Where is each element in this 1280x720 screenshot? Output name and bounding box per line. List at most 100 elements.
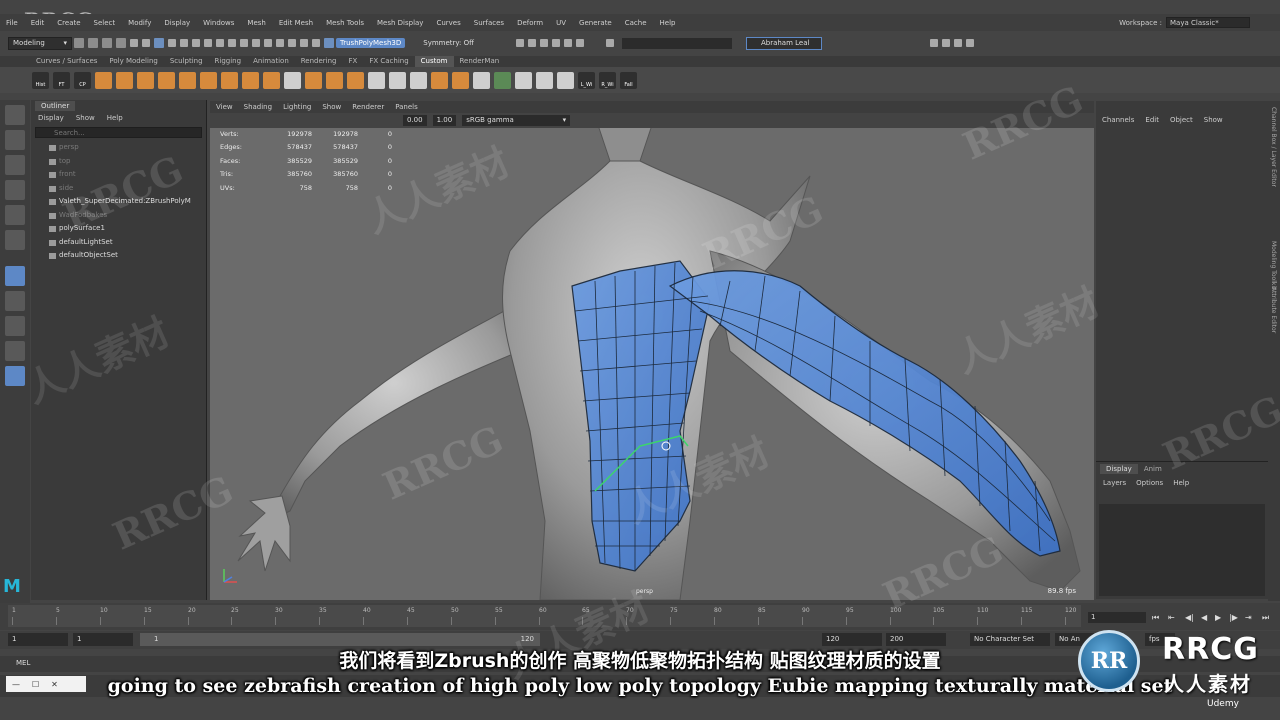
- start-frame-field[interactable]: 1: [8, 633, 68, 646]
- step-forward-icon[interactable]: |▶: [1229, 613, 1238, 622]
- color-space-dropdown[interactable]: sRGB gamma ▾: [462, 115, 571, 126]
- modeling-toolkit-icon[interactable]: [965, 39, 974, 47]
- object-menu[interactable]: Object: [1170, 116, 1193, 124]
- menu-cache[interactable]: Cache: [625, 19, 647, 27]
- workspace-dropdown[interactable]: Maya Classic*: [1166, 17, 1250, 28]
- render-settings-icon[interactable]: [276, 39, 284, 47]
- playback-end-field[interactable]: 120: [822, 633, 882, 646]
- scale-tool-icon[interactable]: [5, 230, 25, 250]
- snap-plane-icon[interactable]: [204, 39, 212, 47]
- quad-draw-tool-icon[interactable]: [5, 266, 25, 286]
- undo-icon[interactable]: [102, 38, 112, 48]
- outliner-item[interactable]: polySurface1: [31, 222, 206, 236]
- four-pane-icon[interactable]: [5, 316, 25, 336]
- ipr-icon[interactable]: [264, 39, 272, 47]
- options-menu[interactable]: Options: [1136, 479, 1163, 487]
- combine-icon[interactable]: [200, 71, 217, 89]
- shelf-tool-fall[interactable]: Fall: [620, 71, 637, 89]
- outliner-menu-display[interactable]: Display: [38, 114, 64, 122]
- checker-icon[interactable]: [473, 71, 490, 89]
- menu-mesh-display[interactable]: Mesh Display: [377, 19, 423, 27]
- shelf-tool-ft[interactable]: FT: [53, 71, 70, 89]
- snap-point-icon[interactable]: [192, 39, 200, 47]
- menu-edit[interactable]: Edit: [31, 19, 45, 27]
- pause-icon[interactable]: [575, 39, 584, 47]
- append-icon[interactable]: [305, 71, 322, 89]
- menu-deform[interactable]: Deform: [517, 19, 543, 27]
- command-field[interactable]: [621, 37, 732, 49]
- folder-icon[interactable]: [74, 38, 84, 48]
- poly-cylinder-icon[interactable]: [137, 71, 154, 89]
- symmetry-dropdown[interactable]: Symmetry: Off: [423, 39, 474, 47]
- outliner-item[interactable]: front: [31, 168, 206, 182]
- viewport-menu-panels[interactable]: Panels: [395, 103, 418, 111]
- single-pane-icon[interactable]: [5, 291, 25, 311]
- select-component-icon[interactable]: [154, 38, 164, 48]
- select-hierarchy-icon[interactable]: [130, 39, 138, 47]
- menu-create[interactable]: Create: [57, 19, 80, 27]
- viewport-menu-renderer[interactable]: Renderer: [352, 103, 384, 111]
- shelf-tool-l-wi[interactable]: L_Wi: [578, 71, 595, 89]
- tab-display[interactable]: Display: [1100, 464, 1138, 474]
- select-object-icon[interactable]: [142, 39, 150, 47]
- channel-box-icon[interactable]: [953, 39, 962, 47]
- target-weld-icon[interactable]: [431, 71, 448, 89]
- panel-layout-2-icon[interactable]: [527, 39, 536, 47]
- step-forward-key-icon[interactable]: ⇥: [1245, 613, 1252, 622]
- layer-list[interactable]: [1099, 504, 1265, 596]
- poly-sphere-icon[interactable]: [116, 71, 133, 89]
- outliner-tab[interactable]: Outliner: [35, 101, 76, 111]
- move-tool-icon[interactable]: [5, 180, 25, 200]
- panel-layout-icon[interactable]: [515, 39, 524, 47]
- shelf-tool-hist[interactable]: Hist: [32, 71, 49, 89]
- viewport-menu-view[interactable]: View: [216, 103, 233, 111]
- side-tab-modeling-toolkit[interactable]: Modeling Toolkit: [1270, 241, 1277, 289]
- menu-set-dropdown[interactable]: Modeling ▾: [8, 36, 72, 50]
- character-set-dropdown[interactable]: No Character Set: [970, 633, 1050, 646]
- attribute-editor-icon[interactable]: [929, 39, 938, 47]
- side-tab-attribute-editor[interactable]: Attribute Editor: [1270, 287, 1277, 333]
- shelf-tool-cp[interactable]: CP: [74, 71, 91, 89]
- show-menu[interactable]: Show: [1204, 116, 1223, 124]
- time-slider-track[interactable]: 1 5 10 15 20 25 30 35 40 45 50 55 60 65 70 75 80 85 90 95 10…: [8, 605, 1081, 627]
- outliner-menu-show[interactable]: Show: [76, 114, 95, 122]
- outliner-item[interactable]: side: [31, 182, 206, 196]
- shelf-tab-poly-modeling[interactable]: Poly Modeling: [103, 56, 163, 67]
- viewport-menu-shading[interactable]: Shading: [244, 103, 272, 111]
- shelf-tab-sculpting[interactable]: Sculpting: [164, 56, 209, 67]
- menu-help[interactable]: Help: [660, 19, 676, 27]
- shelf-tab-renderman[interactable]: RenderMan: [454, 56, 506, 67]
- menu-mesh[interactable]: Mesh: [247, 19, 265, 27]
- shelf-tab-custom[interactable]: Custom: [414, 56, 454, 67]
- bridge-icon[interactable]: [284, 71, 301, 89]
- shelf-tab-fx-caching[interactable]: FX Caching: [363, 56, 414, 67]
- delete-history-icon[interactable]: [536, 71, 553, 89]
- uv-editor-icon[interactable]: [494, 71, 511, 89]
- tab-anim[interactable]: Anim: [1138, 464, 1168, 474]
- channels-menu[interactable]: Channels: [1102, 116, 1134, 124]
- menu-display[interactable]: Display: [164, 19, 190, 27]
- multicut-icon[interactable]: [410, 71, 427, 89]
- live-surface-icon[interactable]: [324, 38, 334, 48]
- poly-torus-icon[interactable]: [158, 71, 175, 89]
- play-backward-icon[interactable]: ◀: [1201, 613, 1207, 622]
- panel-layout-3-icon[interactable]: [539, 39, 548, 47]
- menu-select[interactable]: Select: [94, 19, 116, 27]
- side-tab-channel-box[interactable]: Channel Box / Layer Editor: [1270, 107, 1277, 187]
- merge-icon[interactable]: [389, 71, 406, 89]
- exposure-field[interactable]: 0.00: [403, 115, 427, 126]
- end-frame-field[interactable]: 200: [886, 633, 946, 646]
- playback-start-field[interactable]: 1: [73, 633, 133, 646]
- snap-grid-icon[interactable]: [168, 39, 176, 47]
- save-icon[interactable]: [88, 38, 98, 48]
- lasso-tool-icon[interactable]: [5, 130, 25, 150]
- viewport-menu-lighting[interactable]: Lighting: [283, 103, 311, 111]
- menu-surfaces[interactable]: Surfaces: [474, 19, 504, 27]
- outliner-item[interactable]: top: [31, 155, 206, 169]
- separate-icon[interactable]: [221, 71, 238, 89]
- lock-icon[interactable]: [240, 39, 248, 47]
- render-icon[interactable]: [252, 39, 260, 47]
- rotate-tool-icon[interactable]: [5, 205, 25, 225]
- shelf-tab-fx[interactable]: FX: [343, 56, 364, 67]
- fill-hole-icon[interactable]: [326, 71, 343, 89]
